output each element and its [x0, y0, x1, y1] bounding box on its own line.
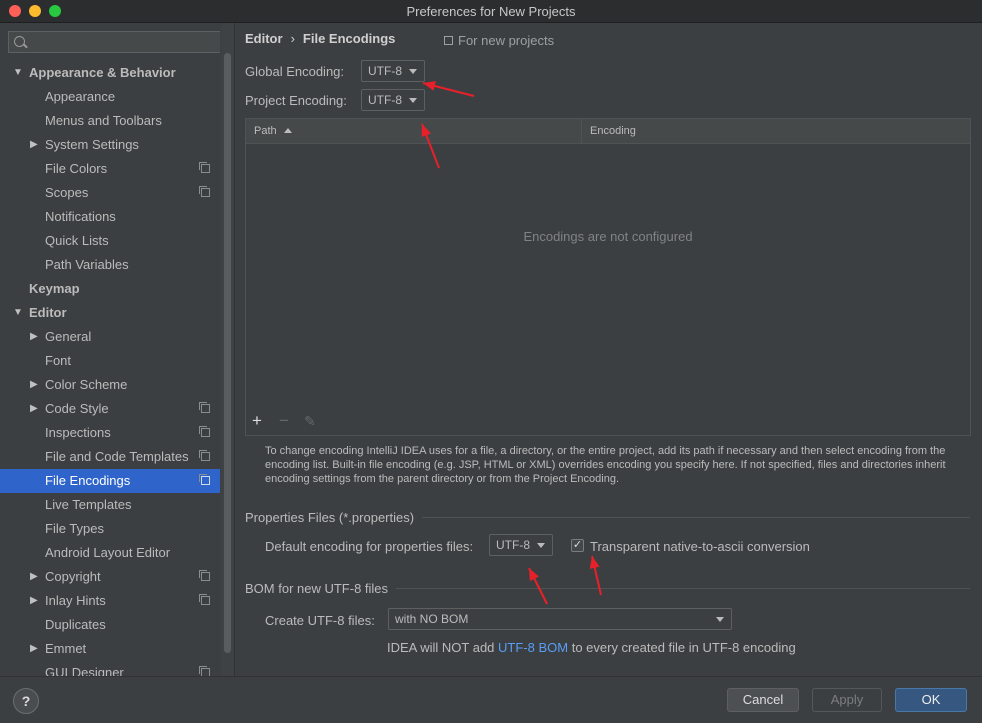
annotation-arrow-group [421, 81, 602, 605]
arrow-transparent-checkbox-head [589, 556, 600, 569]
arrow-project-encoding-head [421, 124, 431, 137]
annotation-arrows [421, 81, 602, 605]
